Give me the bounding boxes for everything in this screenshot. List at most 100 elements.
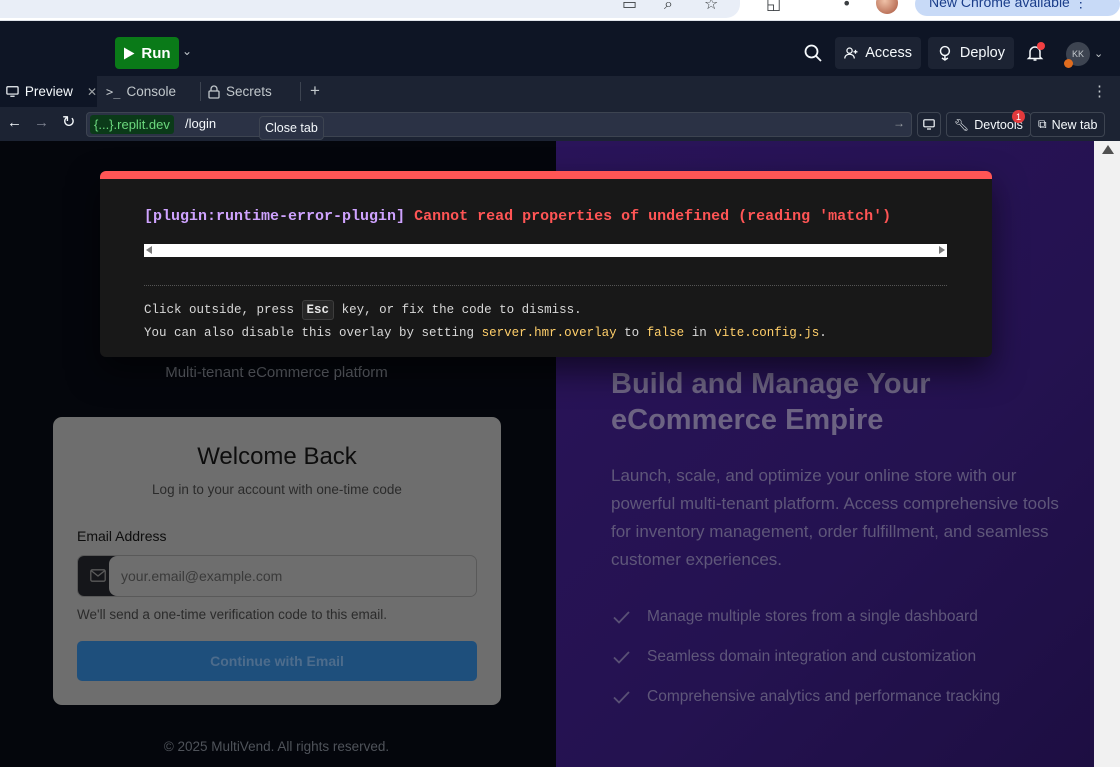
url-field[interactable]: {...}.replit.dev /login → — [86, 112, 912, 137]
platform-tagline: Multi-tenant eCommerce platform — [165, 364, 388, 381]
reload-icon[interactable]: ↻ — [62, 112, 75, 132]
forward-arrow-icon[interactable]: → — [34, 114, 49, 131]
feature-text: Comprehensive analytics and performance … — [647, 688, 1001, 705]
more-options-icon[interactable]: ⋮ — [1092, 82, 1107, 100]
tab-preview-label: Preview — [24, 84, 73, 99]
continue-with-email-button[interactable]: Continue with Email — [77, 641, 477, 681]
url-host-badge: {...}.replit.dev — [90, 115, 174, 134]
config-file: vite.config.js — [714, 326, 820, 340]
search-icon[interactable] — [803, 43, 823, 63]
lock-icon — [208, 84, 220, 99]
hero-description: Launch, scale, and optimize your online … — [611, 466, 1059, 569]
email-hint: We'll send a one-time verification code … — [77, 607, 387, 622]
cast-icon[interactable]: ▭ — [622, 0, 637, 13]
preview-scrollbar[interactable] — [1094, 141, 1120, 767]
close-tab-tooltip: Close tab — [259, 116, 324, 140]
error-tip-line-1: Click outside, press Esc key, or fix the… — [144, 300, 582, 320]
user-plus-icon — [844, 47, 858, 59]
devtools-count-badge: 1 — [1012, 110, 1025, 123]
notification-dot — [1037, 42, 1045, 50]
error-tip-line-2: You can also disable this overlay by set… — [144, 326, 827, 340]
config-value: false — [646, 326, 685, 340]
check-icon — [613, 691, 630, 704]
new-tab-label: New tab — [1051, 117, 1098, 132]
url-path[interactable]: /login — [185, 116, 216, 131]
run-label: Run — [141, 44, 171, 62]
tip-text: in — [691, 326, 707, 340]
feature-item: Manage multiple stores from a single das… — [611, 608, 978, 626]
vite-error-overlay[interactable]: [plugin:runtime-error-plugin] Cannot rea… — [100, 171, 992, 357]
email-field-wrapper — [77, 555, 477, 597]
update-chrome-button[interactable]: New Chrome available ⋮ — [915, 0, 1120, 16]
pane-tab-bar: Preview ✕ >_ Console Secrets + ⋮ — [0, 76, 1120, 108]
email-label: Email Address — [77, 528, 167, 544]
tab-secrets-label: Secrets — [226, 84, 272, 99]
error-message: Cannot read properties of undefined (rea… — [414, 208, 892, 225]
error-plugin-name: [plugin:runtime-error-plugin] — [144, 208, 406, 225]
screen-icon — [923, 119, 935, 130]
bookmark-star-icon[interactable]: ☆ — [704, 0, 718, 13]
hero-title: Build and Manage Your eCommerce Empire — [611, 366, 1051, 438]
tip-text: key, or fix the code to dismiss. — [341, 303, 582, 317]
deploy-icon — [939, 45, 951, 61]
login-subtitle: Log in to your account with one-time cod… — [152, 482, 402, 497]
chevron-down-icon[interactable]: ⌄ — [182, 44, 192, 58]
feature-item: Comprehensive analytics and performance … — [611, 688, 1000, 706]
scroll-up-arrow-icon[interactable] — [1102, 145, 1114, 154]
tab-divider — [200, 82, 201, 101]
feature-text: Seamless domain integration and customiz… — [647, 648, 977, 665]
preview-url-bar: ← → ↻ {...}.replit.dev /login → 🔧︎ Devto… — [0, 107, 1120, 141]
devtools-count: 1 — [1015, 111, 1021, 122]
add-tab-icon[interactable]: + — [310, 81, 320, 101]
error-frame-scrollbar[interactable] — [144, 244, 947, 257]
tooltip-text: Close tab — [265, 121, 318, 135]
tip-text: You can also disable this overlay by set… — [144, 326, 475, 340]
extensions-icon[interactable]: ◱ — [766, 0, 781, 13]
hero-title-line-2: eCommerce Empire — [611, 404, 884, 436]
mail-icon — [90, 569, 106, 582]
device-toggle-button[interactable] — [917, 112, 941, 137]
feature-item: Seamless domain integration and customiz… — [611, 648, 976, 666]
tab-preview[interactable]: Preview ✕ — [0, 76, 97, 107]
deploy-label: Deploy — [959, 45, 1005, 61]
tip-text: Click outside, press — [144, 303, 295, 317]
tab-divider — [300, 82, 301, 101]
user-initials: KK — [1071, 49, 1084, 59]
access-button[interactable]: Access — [835, 37, 921, 69]
terminal-icon: >_ — [106, 84, 121, 99]
user-status-badge — [1064, 59, 1073, 68]
update-chrome-label: New Chrome available — [929, 0, 1070, 10]
browser-toolbar-strip: ▭ ⌕ ☆ ◱ • New Chrome available ⋮ — [0, 0, 1120, 21]
copyright-text: © 2025 MultiVend. All rights reserved. — [163, 739, 390, 754]
tip-text: . — [819, 326, 827, 340]
tab-console-label: Console — [126, 84, 176, 99]
hero-title-line-1: Build and Manage Your — [611, 368, 931, 400]
access-label: Access — [865, 45, 912, 61]
chevron-down-icon[interactable]: ⌄ — [1094, 47, 1103, 60]
login-card: Welcome Back Log in to your account with… — [53, 417, 501, 705]
monitor-icon — [6, 86, 19, 97]
tab-secrets[interactable]: Secrets — [202, 76, 300, 107]
esc-key-badge: Esc — [301, 300, 335, 320]
new-tab-button[interactable]: ⧉ New tab — [1030, 112, 1106, 137]
close-icon[interactable]: ✕ — [87, 85, 97, 99]
tip-text: to — [624, 326, 640, 340]
profile-avatar[interactable] — [876, 0, 898, 14]
media-icon[interactable]: • — [842, 0, 851, 13]
tab-console[interactable]: >_ Console — [100, 76, 198, 107]
zoom-icon[interactable]: ⌕ — [664, 0, 673, 14]
go-arrow-icon[interactable]: → — [893, 116, 905, 130]
email-input[interactable] — [109, 556, 476, 596]
back-arrow-icon[interactable]: ← — [7, 114, 22, 131]
check-icon — [613, 651, 630, 664]
check-icon — [613, 611, 630, 624]
login-title: Welcome Back — [197, 443, 357, 470]
error-heading: [plugin:runtime-error-plugin] Cannot rea… — [144, 208, 891, 225]
wrench-icon: 🔧︎ — [954, 117, 970, 132]
scroll-left-arrow-icon[interactable] — [146, 246, 152, 254]
external-link-icon: ⧉ — [1038, 117, 1047, 131]
run-button[interactable]: Run — [115, 37, 179, 69]
deploy-button[interactable]: Deploy — [928, 37, 1014, 69]
scroll-right-arrow-icon[interactable] — [939, 246, 945, 254]
play-icon — [124, 47, 135, 59]
